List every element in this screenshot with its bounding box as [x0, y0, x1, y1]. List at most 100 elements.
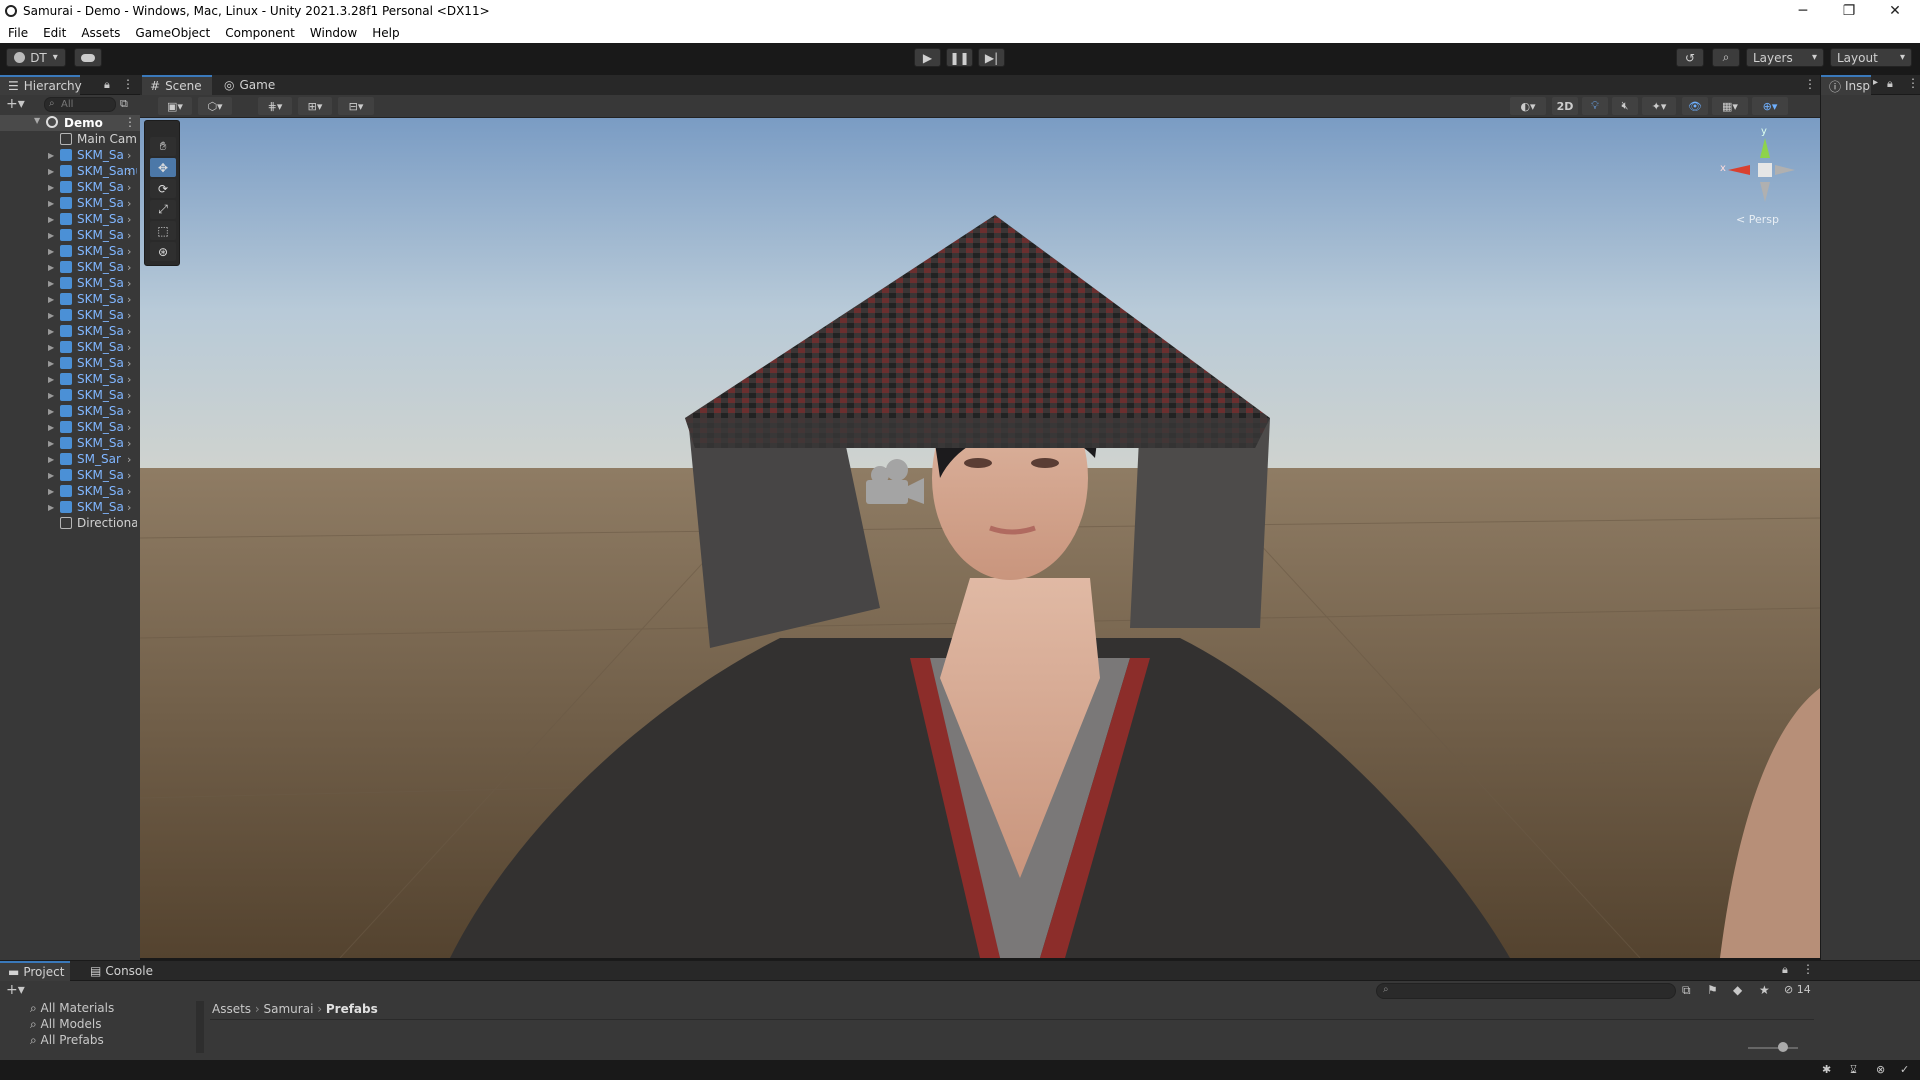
account-dropdown[interactable]: DT	[6, 48, 66, 67]
icon-size-slider[interactable]	[1748, 1042, 1798, 1052]
search-filter-icon[interactable]: ⧉	[120, 97, 128, 111]
tag-icon[interactable]: ◆	[1733, 983, 1742, 997]
menu-window[interactable]: Window	[310, 26, 357, 40]
expand-arrow-icon[interactable]: ▶	[48, 151, 54, 160]
expand-arrow-icon[interactable]: ▶	[48, 439, 54, 448]
transform-tool-button[interactable]: ⊛	[150, 242, 176, 261]
scene-viewport[interactable]: ✋︎ ✥ ⟳ ⤢ ⬚ ⊛ y x < Persp	[140, 118, 1820, 958]
expand-arrow-icon[interactable]: ▶	[48, 343, 54, 352]
open-prefab-arrow-icon[interactable]: ›	[127, 437, 131, 450]
grid-dropdown[interactable]: ⊞▾	[298, 97, 332, 115]
network-icon[interactable]: ⊗	[1876, 1063, 1885, 1076]
open-prefab-arrow-icon[interactable]: ›	[127, 213, 131, 226]
cloud-button[interactable]	[74, 48, 102, 67]
hierarchy-item[interactable]: ▶ SKM_Sa ›	[0, 435, 140, 451]
add-object-button[interactable]: +▾	[6, 96, 25, 112]
open-prefab-arrow-icon[interactable]: ›	[127, 261, 131, 274]
maximize-button[interactable]: ❐	[1826, 0, 1872, 22]
open-prefab-arrow-icon[interactable]: ›	[127, 325, 131, 338]
open-prefab-arrow-icon[interactable]: ›	[127, 453, 131, 466]
minimize-button[interactable]: ─	[1780, 0, 1826, 22]
project-lock-icon[interactable]: 🔒︎	[1782, 963, 1788, 977]
favorite-item[interactable]: ⌕ All Models	[30, 1017, 114, 1033]
check-icon[interactable]: ✓	[1900, 1063, 1909, 1076]
menu-file[interactable]: File	[8, 26, 28, 40]
open-prefab-arrow-icon[interactable]: ›	[127, 469, 131, 482]
hierarchy-item[interactable]: ▶ SKM_Sa ›	[0, 243, 140, 259]
open-prefab-arrow-icon[interactable]: ›	[127, 229, 131, 242]
expand-arrow-icon[interactable]: ▶	[48, 487, 54, 496]
expand-arrow-icon[interactable]: ▶	[48, 407, 54, 416]
audio-toggle[interactable]: 🔇︎	[1612, 97, 1638, 115]
favorite-star-icon[interactable]: ★	[1759, 983, 1770, 997]
tab-project[interactable]: ▬ Project	[0, 961, 70, 981]
open-prefab-arrow-icon[interactable]: ›	[127, 357, 131, 370]
hierarchy-item[interactable]: ▶ SKM_Sa ›	[0, 419, 140, 435]
hierarchy-item[interactable]: ▶ SKM_Sa ›	[0, 371, 140, 387]
inspector-menu-icon[interactable]: ⋮	[1907, 76, 1919, 90]
hierarchy-item[interactable]: ▶ SKM_Sa ›	[0, 259, 140, 275]
move-snap-dropdown[interactable]: ⋕▾	[258, 97, 292, 115]
layers-dropdown[interactable]: Layers	[1746, 48, 1824, 67]
hierarchy-item[interactable]: ▶ SKM_Sa ›	[0, 339, 140, 355]
project-search-input[interactable]: ⌕	[1376, 983, 1676, 999]
open-prefab-arrow-icon[interactable]: ›	[127, 421, 131, 434]
expand-arrow-icon[interactable]: ▶	[48, 167, 54, 176]
hierarchy-item[interactable]: ▶ SKM_Samu ›	[0, 163, 140, 179]
expand-arrow-icon[interactable]: ▶	[48, 231, 54, 240]
open-prefab-arrow-icon[interactable]: ›	[127, 341, 131, 354]
gizmos-dropdown[interactable]: ⊕▾	[1752, 97, 1788, 115]
step-button[interactable]: ▶|	[978, 48, 1005, 67]
filter-type-icon[interactable]: ⧉	[1682, 983, 1691, 998]
inspector-lock-icon[interactable]: 🔒︎	[1887, 77, 1893, 91]
open-prefab-arrow-icon[interactable]: ›	[127, 165, 131, 178]
expand-arrow-icon[interactable]: ▶	[48, 263, 54, 272]
toggle-2d-button[interactable]: 2D	[1552, 97, 1578, 115]
expand-arrow-icon[interactable]: ▶	[48, 375, 54, 384]
scene-menu-icon[interactable]: ⋮	[1804, 77, 1816, 91]
scene-root-row[interactable]: ▼ Demo ⋮	[0, 115, 140, 131]
pause-button[interactable]: ❚❚	[946, 48, 973, 67]
menu-edit[interactable]: Edit	[43, 26, 66, 40]
hierarchy-item[interactable]: ▶ SKM_Sa ›	[0, 147, 140, 163]
hierarchy-item[interactable]: ▶ SKM_Sa ›	[0, 323, 140, 339]
open-prefab-arrow-icon[interactable]: ›	[127, 245, 131, 258]
tab-inspector[interactable]: ⓘ Insp	[1821, 75, 1871, 95]
hierarchy-item[interactable]: ▶ SKM_Sa ›	[0, 275, 140, 291]
scale-tool-button[interactable]: ⤢	[150, 200, 176, 219]
hierarchy-item[interactable]: ▶ SKM_Sa ›	[0, 403, 140, 419]
expand-arrow-icon[interactable]: ▶	[48, 359, 54, 368]
rect-tool-button[interactable]: ⬚	[150, 221, 176, 240]
hierarchy-item[interactable]: ▶ SKM_Sa ›	[0, 307, 140, 323]
open-prefab-arrow-icon[interactable]: ›	[127, 277, 131, 290]
open-prefab-arrow-icon[interactable]: ›	[127, 485, 131, 498]
progress-icon[interactable]: ⌛︎	[1850, 1063, 1857, 1077]
lock-icon[interactable]: 🔒︎	[104, 78, 110, 92]
menu-assets[interactable]: Assets	[81, 26, 120, 40]
hierarchy-item[interactable]: ▶ SKM_Sa ›	[0, 211, 140, 227]
panel-menu-icon[interactable]: ⋮	[122, 77, 134, 91]
favorite-item[interactable]: ⌕ All Materials	[30, 1001, 114, 1017]
filter-label-icon[interactable]: ⚑	[1707, 983, 1718, 997]
camera-settings-dropdown[interactable]: ▦▾	[1712, 97, 1748, 115]
hierarchy-item[interactable]: ▶ SKM_Sa ›	[0, 387, 140, 403]
open-prefab-arrow-icon[interactable]: ›	[127, 197, 131, 210]
favorite-item[interactable]: ⌕ All Prefabs	[30, 1033, 114, 1049]
draw-mode-dropdown[interactable]: ▣▾	[158, 97, 192, 115]
hierarchy-item[interactable]: Main Came	[0, 131, 140, 147]
hierarchy-item[interactable]: ▶ SKM_Sa ›	[0, 179, 140, 195]
expand-arrow-icon[interactable]: ▶	[48, 455, 54, 464]
projection-label[interactable]: < Persp	[1736, 213, 1779, 226]
expand-arrow-icon[interactable]: ▶	[48, 503, 54, 512]
rotate-tool-button[interactable]: ⟳	[150, 179, 176, 198]
hidden-packages-toggle[interactable]: ⊘ 14	[1784, 983, 1811, 996]
tab-hierarchy[interactable]: ☰ Hierarchy	[0, 75, 82, 95]
hierarchy-item[interactable]: ▶ SM_Sar ›	[0, 451, 140, 467]
undo-history-button[interactable]: ↺	[1676, 48, 1704, 67]
create-asset-button[interactable]: +▾	[6, 982, 25, 998]
open-prefab-arrow-icon[interactable]: ›	[127, 149, 131, 162]
tab-console[interactable]: ▤ Console	[82, 961, 158, 981]
hierarchy-item[interactable]: Directiona	[0, 515, 140, 531]
menu-help[interactable]: Help	[372, 26, 399, 40]
expand-triangle-icon[interactable]: ▼	[34, 116, 40, 125]
